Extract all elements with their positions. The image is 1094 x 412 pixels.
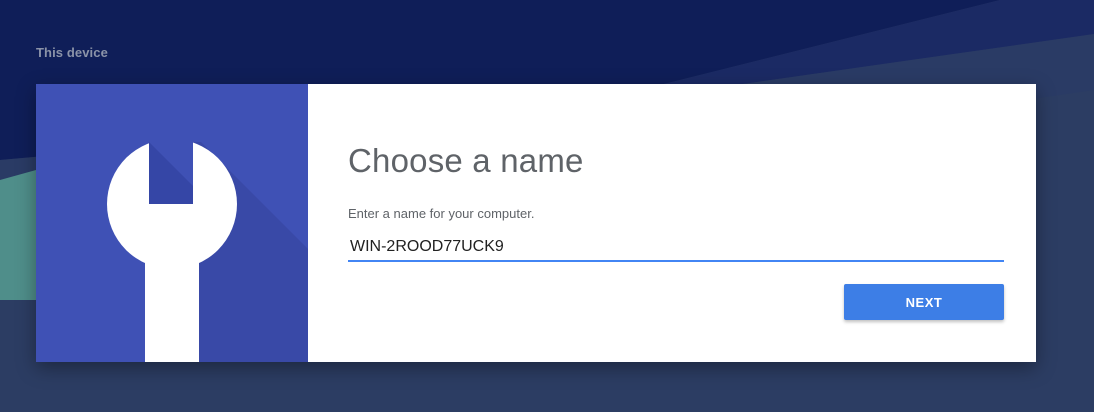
computer-name-input[interactable] — [348, 234, 1004, 262]
section-label: This device — [36, 45, 108, 60]
setup-card: Choose a name Enter a name for your comp… — [36, 84, 1036, 362]
hero-panel — [36, 84, 308, 362]
next-button[interactable]: NEXT — [844, 284, 1004, 320]
page-title: Choose a name — [348, 142, 584, 179]
content-panel: Choose a name Enter a name for your comp… — [308, 84, 1036, 362]
page-subtitle: Enter a name for your computer. — [348, 206, 535, 221]
wrench-icon — [107, 136, 308, 362]
